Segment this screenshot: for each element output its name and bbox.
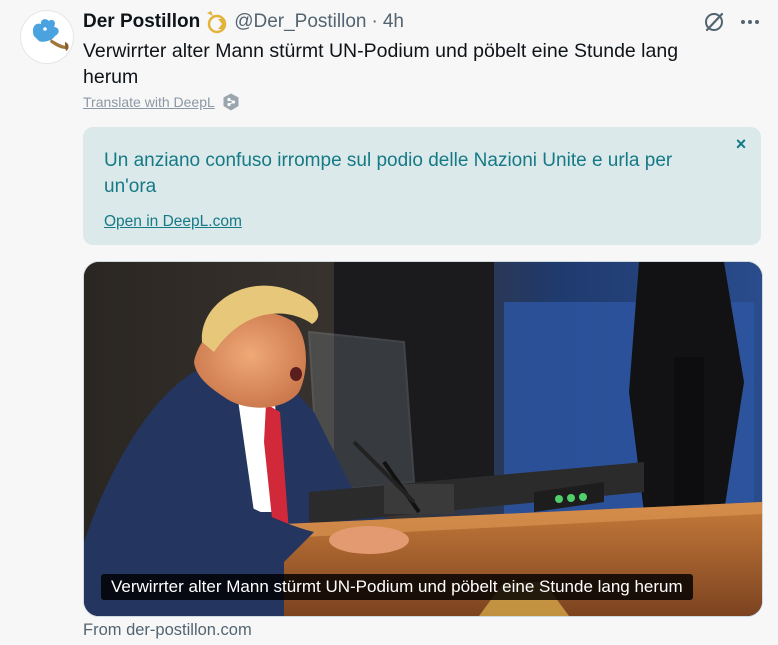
translate-row: Translate with DeepL [83, 93, 240, 111]
display-name[interactable]: Der Postillon [83, 11, 200, 33]
handle[interactable]: @Der_Postillon [234, 11, 366, 33]
open-in-deepl-link[interactable]: Open in DeepL.com [104, 213, 242, 231]
link-card-image[interactable]: Verwirrter alter Mann stürmt UN-Podium u… [83, 261, 763, 617]
tweet-text: Verwirrter alter Mann stürmt UN-Podium u… [83, 40, 679, 88]
link-source[interactable]: From der-postillon.com [83, 621, 252, 640]
link-card-title: Verwirrter alter Mann stürmt UN-Podium u… [101, 574, 693, 600]
speaker-at-podium-photo [84, 262, 762, 616]
deepl-icon [223, 93, 239, 111]
separator-dot: · [371, 11, 378, 32]
translate-with-deepl-link[interactable]: Translate with DeepL [83, 94, 215, 110]
translation-text: Un anziano confuso irrompe sul podio del… [104, 150, 673, 197]
tweet-actions-top [702, 10, 762, 34]
tweet-header: Der Postillon @Der_Postillon · 4h [83, 9, 404, 35]
timestamp[interactable]: 4h [383, 11, 404, 33]
close-icon[interactable]: × [732, 135, 750, 153]
deepl-translation-panel: Un anziano confuso irrompe sul podio del… [83, 127, 761, 245]
avatar[interactable] [20, 10, 74, 64]
grok-icon[interactable] [702, 10, 726, 34]
bird-horn-icon [32, 19, 69, 51]
more-options-icon[interactable] [738, 10, 762, 34]
gold-affiliate-badge-icon[interactable] [204, 10, 230, 34]
